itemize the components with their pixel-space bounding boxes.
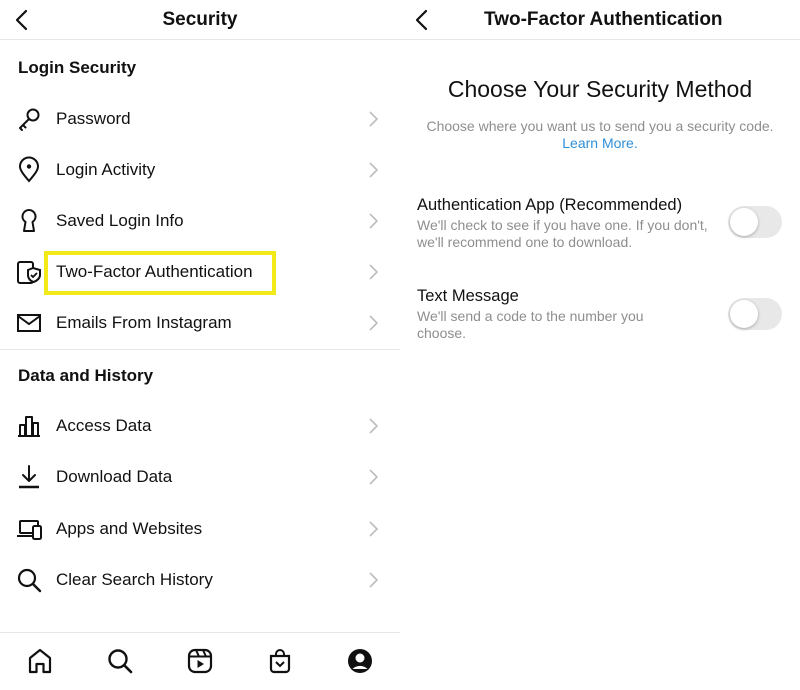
menu-item-apps-websites[interactable]: Apps and Websites <box>0 506 400 552</box>
chevron-right-icon <box>369 213 379 229</box>
page-title: Two-Factor Authentication <box>484 9 723 30</box>
menu-item-password[interactable]: Password <box>0 96 400 142</box>
download-icon <box>19 465 39 489</box>
location-pin-icon <box>18 156 40 183</box>
chevron-right-icon <box>369 315 379 331</box>
search-icon[interactable] <box>106 647 134 675</box>
auth-app-toggle[interactable] <box>728 206 782 238</box>
auth-app-desc: We'll check to see if you have one. If y… <box>417 217 708 250</box>
two-factor-header: Two-Factor Authentication <box>400 0 800 40</box>
menu-item-label: Download Data <box>56 467 173 486</box>
text-message-title: Text Message <box>417 287 519 305</box>
menu-item-label: Clear Search History <box>56 570 213 589</box>
reels-icon[interactable] <box>186 647 214 675</box>
chevron-right-icon <box>369 111 379 127</box>
back-button[interactable] <box>408 6 436 34</box>
bar-chart-icon <box>18 416 40 437</box>
devices-icon <box>17 520 42 540</box>
envelope-icon <box>17 314 41 332</box>
chevron-right-icon <box>369 521 379 537</box>
two-factor-screen: Two-Factor Authentication Choose Your Se… <box>400 0 800 690</box>
menu-item-saved-login[interactable]: Saved Login Info <box>0 198 400 244</box>
home-icon[interactable] <box>26 647 54 675</box>
search-icon <box>17 568 42 593</box>
highlight-box <box>44 251 276 295</box>
menu-item-label: Saved Login Info <box>56 211 184 230</box>
chevron-right-icon <box>369 162 379 178</box>
menu-item-clear-search[interactable]: Clear Search History <box>0 557 400 603</box>
menu-item-label: Password <box>56 109 131 128</box>
text-message-desc: We'll send a code to the number you choo… <box>417 308 644 341</box>
bottom-nav <box>0 632 400 690</box>
method-subtext: Choose where you want us to send you a s… <box>425 118 775 152</box>
text-message-toggle[interactable] <box>728 298 782 330</box>
toggle-knob <box>730 300 758 328</box>
chevron-right-icon <box>369 418 379 434</box>
section-data-history: Data and History <box>18 366 154 385</box>
menu-item-download-data[interactable]: Download Data <box>0 454 400 500</box>
section-divider <box>0 349 400 350</box>
menu-item-label: Login Activity <box>56 160 156 179</box>
chevron-right-icon <box>369 572 379 588</box>
security-header: Security <box>0 0 400 40</box>
menu-item-label: Emails From Instagram <box>56 313 232 332</box>
security-screen: Security Login Security Password Login A… <box>0 0 400 690</box>
menu-item-label: Apps and Websites <box>56 519 203 538</box>
menu-item-login-activity[interactable]: Login Activity <box>0 147 400 193</box>
learn-more-link[interactable]: Learn More. <box>562 135 637 151</box>
chevron-right-icon <box>369 264 379 280</box>
toggle-knob <box>730 208 758 236</box>
menu-item-access-data[interactable]: Access Data <box>0 403 400 449</box>
auth-app-title: Authentication App (Recommended) <box>417 196 683 214</box>
shop-icon[interactable] <box>266 647 294 675</box>
keyhole-icon <box>21 208 37 232</box>
menu-item-emails[interactable]: Emails From Instagram <box>0 300 400 346</box>
subtext-body: Choose where you want us to send you a s… <box>426 118 774 134</box>
section-login-security: Login Security <box>18 58 137 77</box>
method-heading: Choose Your Security Method <box>447 76 753 102</box>
phone-shield-icon <box>17 261 41 284</box>
profile-icon[interactable] <box>346 647 374 675</box>
menu-item-label: Access Data <box>56 416 152 435</box>
key-icon <box>19 108 40 131</box>
page-title: Security <box>162 9 238 30</box>
chevron-right-icon <box>369 469 379 485</box>
chevron-left-icon <box>415 9 428 31</box>
